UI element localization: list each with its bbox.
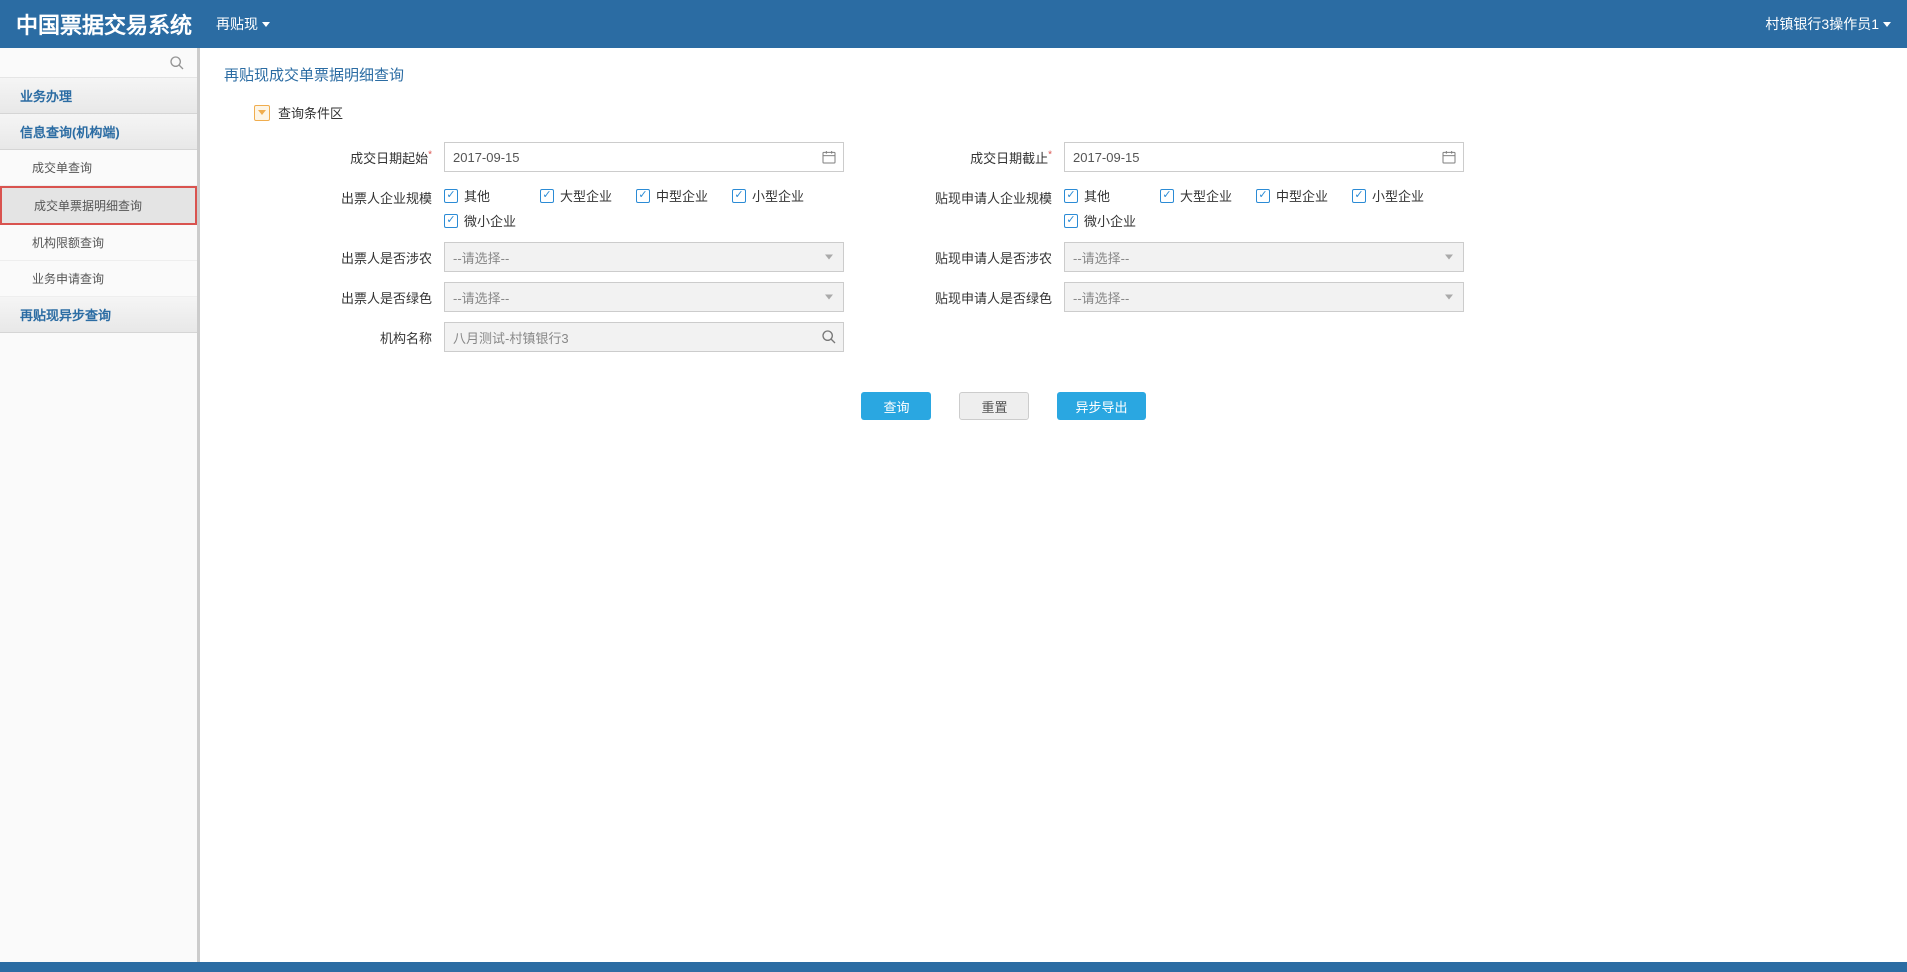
query-button[interactable]: 查询 xyxy=(861,392,931,420)
section-title: 查询条件区 xyxy=(278,103,343,122)
caret-down-icon xyxy=(262,22,270,27)
select-applicant-agri[interactable]: --请选择-- xyxy=(1064,242,1464,272)
select-drawer-green[interactable]: --请选择-- xyxy=(444,282,844,312)
caret-down-icon xyxy=(1883,22,1891,27)
checkbox-applicant-medium[interactable]: 中型企业 xyxy=(1256,186,1352,205)
chevron-down-icon xyxy=(1445,255,1453,260)
select-applicant-green[interactable]: --请选择-- xyxy=(1064,282,1464,312)
checkbox-icon xyxy=(636,189,650,203)
checkbox-icon xyxy=(1064,189,1078,203)
row-applicant-green: 贴现申请人是否绿色 --请选择-- xyxy=(904,282,1464,312)
row-date-start: 成交日期起始* xyxy=(284,142,844,172)
sidebar: 业务办理 信息查询(机构端) 成交单查询 成交单票据明细查询 机构限额查询 业务… xyxy=(0,48,200,972)
nav-item-org-limit-query[interactable]: 机构限额查询 xyxy=(0,225,197,261)
sidebar-search[interactable] xyxy=(0,48,197,78)
header-menu-label: 再贴现 xyxy=(216,14,258,34)
checkbox-icon xyxy=(732,189,746,203)
nav-item-business-apply-query[interactable]: 业务申请查询 xyxy=(0,261,197,297)
checkbox-drawer-micro[interactable]: 微小企业 xyxy=(444,211,540,230)
checkbox-applicant-micro[interactable]: 微小企业 xyxy=(1064,211,1160,230)
chevron-down-icon xyxy=(825,255,833,260)
row-org-name: 机构名称 xyxy=(284,322,844,352)
chevron-down-icon xyxy=(1445,295,1453,300)
checkbox-drawer-other[interactable]: 其他 xyxy=(444,186,540,205)
checkbox-applicant-large[interactable]: 大型企业 xyxy=(1160,186,1256,205)
label-applicant-scale: 贴现申请人企业规模 xyxy=(904,182,1064,207)
label-date-start: 成交日期起始* xyxy=(284,142,444,167)
label-drawer-green: 出票人是否绿色 xyxy=(284,282,444,307)
checkbox-icon xyxy=(1352,189,1366,203)
label-applicant-agri: 贴现申请人是否涉农 xyxy=(904,242,1064,267)
nav-group-business[interactable]: 业务办理 xyxy=(0,78,197,114)
nav-group-info-query[interactable]: 信息查询(机构端) xyxy=(0,114,197,150)
chevron-down-icon xyxy=(825,295,833,300)
main-content: 再贴现成交单票据明细查询 查询条件区 成交日期起始* 出票人企业规模 xyxy=(200,48,1907,972)
checkbox-drawer-small[interactable]: 小型企业 xyxy=(732,186,828,205)
checkbox-drawer-large[interactable]: 大型企业 xyxy=(540,186,636,205)
row-date-end: 成交日期截止* xyxy=(904,142,1464,172)
label-drawer-agri: 出票人是否涉农 xyxy=(284,242,444,267)
reset-button[interactable]: 重置 xyxy=(959,392,1029,420)
page-title: 再贴现成交单票据明细查询 xyxy=(224,64,1883,85)
calendar-icon[interactable] xyxy=(820,149,838,165)
row-applicant-scale: 贴现申请人企业规模 其他 大型企业 中型企业 小型企业 微小企业 xyxy=(904,182,1464,232)
collapse-toggle[interactable] xyxy=(254,105,270,121)
row-drawer-scale: 出票人企业规模 其他 大型企业 中型企业 小型企业 微小企业 xyxy=(284,182,844,232)
checkbox-icon xyxy=(1256,189,1270,203)
label-org-name: 机构名称 xyxy=(284,322,444,347)
app-title: 中国票据交易系统 xyxy=(16,8,192,40)
footer-bar xyxy=(0,962,1907,972)
input-date-start[interactable] xyxy=(444,142,844,172)
checkbox-drawer-medium[interactable]: 中型企业 xyxy=(636,186,732,205)
form-grid: 成交日期起始* 出票人企业规模 其他 大型企业 中型企业 小型企业 xyxy=(284,142,1883,362)
label-drawer-scale: 出票人企业规模 xyxy=(284,182,444,207)
nav-item-deal-bill-detail-query[interactable]: 成交单票据明细查询 xyxy=(0,186,197,225)
header-user-label: 村镇银行3操作员1 xyxy=(1765,14,1879,34)
checkbox-grid-applicant-scale: 其他 大型企业 中型企业 小型企业 微小企业 xyxy=(1064,182,1464,230)
header-menu-rediscount[interactable]: 再贴现 xyxy=(216,14,270,34)
search-icon[interactable] xyxy=(820,329,838,345)
async-export-button[interactable]: 异步导出 xyxy=(1057,392,1145,420)
search-icon xyxy=(169,55,185,71)
header-user-menu[interactable]: 村镇银行3操作员1 xyxy=(1765,14,1891,34)
row-drawer-green: 出票人是否绿色 --请选择-- xyxy=(284,282,844,312)
label-date-end: 成交日期截止* xyxy=(904,142,1064,167)
checkbox-applicant-small[interactable]: 小型企业 xyxy=(1352,186,1448,205)
section-header: 查询条件区 xyxy=(254,103,1883,122)
nav-group-async-query[interactable]: 再贴现异步查询 xyxy=(0,297,197,333)
checkbox-icon xyxy=(1160,189,1174,203)
label-applicant-green: 贴现申请人是否绿色 xyxy=(904,282,1064,307)
checkbox-icon xyxy=(1064,214,1078,228)
checkbox-icon xyxy=(540,189,554,203)
nav-item-deal-query[interactable]: 成交单查询 xyxy=(0,150,197,186)
row-applicant-agri: 贴现申请人是否涉农 --请选择-- xyxy=(904,242,1464,272)
form-col-right: 成交日期截止* 贴现申请人企业规模 其他 大型企业 中型企业 小型企业 xyxy=(904,142,1464,362)
header-left: 中国票据交易系统 再贴现 xyxy=(16,8,270,40)
button-row: 查询 重置 异步导出 xyxy=(200,392,1883,420)
chevron-down-icon xyxy=(258,110,266,115)
form-col-left: 成交日期起始* 出票人企业规模 其他 大型企业 中型企业 小型企业 xyxy=(284,142,844,362)
input-date-end[interactable] xyxy=(1064,142,1464,172)
row-drawer-agri: 出票人是否涉农 --请选择-- xyxy=(284,242,844,272)
checkbox-icon xyxy=(444,214,458,228)
checkbox-applicant-other[interactable]: 其他 xyxy=(1064,186,1160,205)
select-drawer-agri[interactable]: --请选择-- xyxy=(444,242,844,272)
checkbox-grid-drawer-scale: 其他 大型企业 中型企业 小型企业 微小企业 xyxy=(444,182,844,230)
app-header: 中国票据交易系统 再贴现 村镇银行3操作员1 xyxy=(0,0,1907,48)
checkbox-icon xyxy=(444,189,458,203)
calendar-icon[interactable] xyxy=(1440,149,1458,165)
main-container: 业务办理 信息查询(机构端) 成交单查询 成交单票据明细查询 机构限额查询 业务… xyxy=(0,48,1907,972)
input-org-name[interactable] xyxy=(444,322,844,352)
